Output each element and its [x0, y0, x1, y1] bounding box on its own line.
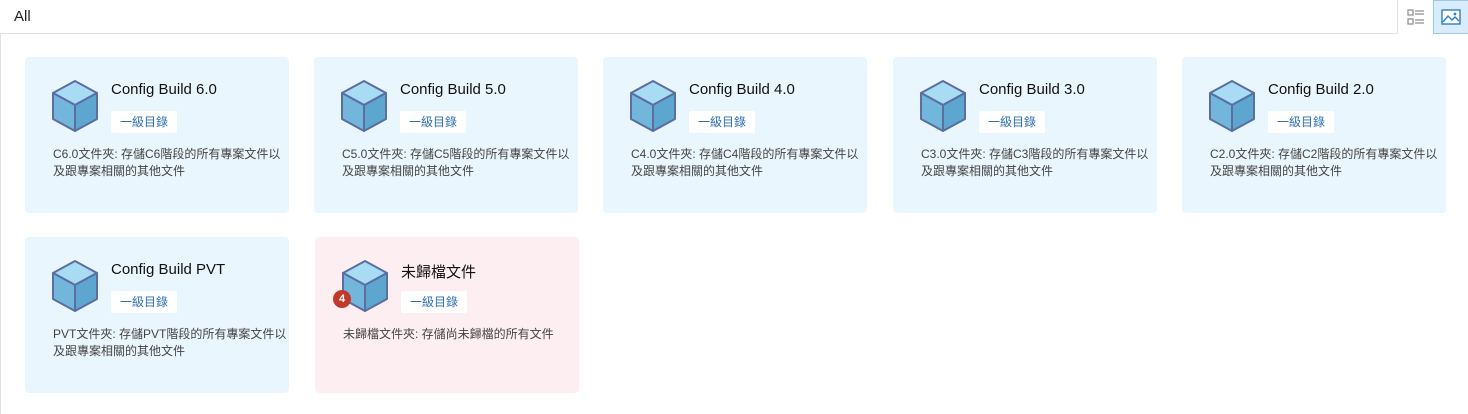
folder-card-unarchived[interactable]: 4 未歸檔文件 一級目錄 未歸檔文件夾: 存儲尚未歸檔的所有文件 — [315, 237, 579, 393]
cube-icon — [341, 80, 387, 132]
folder-title: Config Build 4.0 — [689, 81, 795, 98]
cube-icon — [630, 80, 676, 132]
level-tag: 一級目錄 — [401, 291, 468, 313]
folder-card[interactable]: Config Build 2.0 一級目錄 C2.0文件夾: 存儲C2階段的所有… — [1182, 57, 1446, 213]
level-tag: 一級目錄 — [400, 111, 467, 133]
folder-title: Config Build 2.0 — [1268, 81, 1374, 98]
folder-card[interactable]: Config Build PVT 一級目錄 PVT文件夾: 存儲PVT階段的所有… — [25, 237, 289, 393]
folder-card[interactable]: Config Build 5.0 一級目錄 C5.0文件夾: 存儲C5階段的所有… — [314, 57, 578, 213]
folder-description: C2.0文件夾: 存儲C2階段的所有專案文件以及跟專案相關的其他文件 — [1210, 147, 1438, 178]
folder-card[interactable]: Config Build 6.0 一級目錄 C6.0文件夾: 存儲C6階段的所有… — [25, 57, 289, 213]
page-title: All — [14, 8, 31, 25]
folder-description: 未歸檔文件夾: 存儲尚未歸檔的所有文件 — [343, 327, 554, 341]
cube-icon — [52, 80, 98, 132]
level-tag: 一級目錄 — [111, 291, 178, 313]
level-tag: 一級目錄 — [111, 111, 178, 133]
cube-icon — [1209, 80, 1255, 132]
folder-grid: Config Build 6.0 一級目錄 C6.0文件夾: 存儲C6階段的所有… — [0, 34, 1468, 414]
cube-icon — [52, 260, 98, 312]
folder-card[interactable]: Config Build 3.0 一級目錄 C3.0文件夾: 存儲C3階段的所有… — [893, 57, 1157, 213]
level-tag: 一級目錄 — [979, 111, 1046, 133]
folder-card[interactable]: Config Build 4.0 一級目錄 C4.0文件夾: 存儲C4階段的所有… — [603, 57, 867, 213]
folder-title: Config Build 3.0 — [979, 81, 1085, 98]
folder-title: 未歸檔文件 — [401, 264, 477, 281]
count-badge: 4 — [333, 290, 351, 308]
image-view-button[interactable] — [1433, 0, 1468, 34]
level-tag: 一級目錄 — [1268, 111, 1335, 133]
folder-description: C5.0文件夾: 存儲C5階段的所有專案文件以及跟專案相關的其他文件 — [342, 147, 570, 178]
folder-title: Config Build 6.0 — [111, 81, 217, 98]
list-view-button[interactable] — [1397, 0, 1433, 34]
image-grid-icon — [1441, 9, 1461, 25]
folder-title: Config Build 5.0 — [400, 81, 506, 98]
folder-description: PVT文件夾: 存儲PVT階段的所有專案文件以及跟專案相關的其他文件 — [53, 327, 287, 358]
folder-description: C4.0文件夾: 存儲C4階段的所有專案文件以及跟專案相關的其他文件 — [631, 147, 859, 178]
cube-icon — [920, 80, 966, 132]
folder-description: C6.0文件夾: 存儲C6階段的所有專案文件以及跟專案相關的其他文件 — [53, 147, 281, 178]
folder-description: C3.0文件夾: 存儲C3階段的所有專案文件以及跟專案相關的其他文件 — [921, 147, 1149, 178]
list-view-icon — [1406, 9, 1424, 25]
toolbar: All — [0, 0, 1468, 34]
folder-title: Config Build PVT — [111, 261, 226, 278]
level-tag: 一級目錄 — [689, 111, 756, 133]
